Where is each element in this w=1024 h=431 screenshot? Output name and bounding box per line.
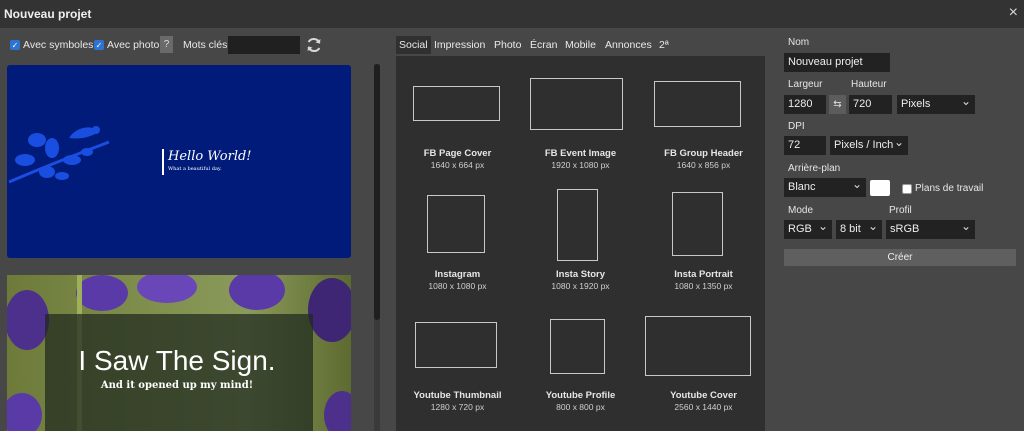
- dialog-titlebar: Nouveau projet ×: [0, 0, 1024, 28]
- preset-insta-portrait[interactable]: Insta Portrait 1080 x 1350 px: [642, 177, 765, 297]
- close-icon[interactable]: ×: [1009, 5, 1018, 21]
- dpi-unit-select[interactable]: Pixels / Inch: [830, 136, 908, 155]
- preset-name: FB Group Header: [664, 148, 743, 159]
- preset-shape: [645, 316, 751, 376]
- color-profile-select[interactable]: sRGB: [886, 220, 975, 239]
- preset-name: Instagram: [434, 269, 481, 280]
- tab-mobile[interactable]: Mobile: [562, 36, 599, 54]
- preset-size: 1920 x 1080 px: [551, 160, 610, 170]
- preset-name: Youtube Cover: [670, 390, 737, 401]
- checkbox-unchecked-icon: [902, 183, 912, 194]
- template-filters: ✓ Avec symboles ✓ Avec photo ? Mots clés…: [10, 36, 370, 54]
- preset-youtube-thumbnail[interactable]: Youtube Thumbnail 1280 x 720 px: [396, 298, 519, 418]
- artboards-label: Plans de travail: [915, 183, 984, 194]
- unit-select[interactable]: Pixels: [897, 95, 975, 114]
- preset-fb-page-cover[interactable]: FB Page Cover 1640 x 664 px: [396, 56, 519, 176]
- checkbox-checked-icon: ✓: [94, 40, 104, 50]
- dpi-input[interactable]: 72: [784, 136, 826, 155]
- template-subtitle: What a beautiful day.: [168, 166, 222, 172]
- color-mode-select[interactable]: RGB: [784, 220, 832, 239]
- background-color-swatch[interactable]: [870, 180, 890, 196]
- gallery-scrollbar[interactable]: [374, 64, 380, 431]
- create-button[interactable]: Créer: [784, 249, 1016, 266]
- keywords-input[interactable]: [228, 36, 300, 54]
- preset-name: FB Event Image: [544, 148, 617, 159]
- artboards-checkbox[interactable]: Plans de travail: [902, 183, 983, 194]
- preset-shape: [654, 81, 741, 127]
- checkbox-checked-icon: ✓: [10, 40, 20, 50]
- preset-fb-event-image[interactable]: FB Event Image 1920 x 1080 px: [519, 56, 642, 176]
- preset-shape: [672, 192, 723, 256]
- accent-bar: [162, 149, 164, 175]
- preset-shape: [550, 319, 605, 374]
- height-input[interactable]: 720: [849, 95, 892, 114]
- preset-shape: [415, 322, 497, 368]
- preset-size: 1080 x 1080 px: [428, 281, 487, 291]
- with-symbols-label: Avec symboles: [23, 39, 94, 51]
- preset-name: Insta Portrait: [674, 269, 733, 280]
- preset-insta-story[interactable]: Insta Story 1080 x 1920 px: [519, 177, 642, 297]
- bird-branch-illustration: [8, 126, 110, 184]
- swap-dimensions-icon[interactable]: ⇆: [829, 95, 846, 114]
- preset-size: 1280 x 720 px: [430, 402, 485, 412]
- with-photo-label: Avec photo: [107, 39, 160, 51]
- tab-more[interactable]: 2ª: [656, 36, 672, 54]
- width-label: Largeur: [788, 79, 823, 90]
- preset-shape: [557, 189, 598, 261]
- preset-youtube-profile[interactable]: Youtube Profile 800 x 800 px: [519, 298, 642, 418]
- scrollbar-thumb[interactable]: [374, 64, 380, 320]
- tab-ecran[interactable]: Écran: [527, 36, 560, 54]
- refresh-icon[interactable]: [305, 36, 323, 54]
- preset-youtube-cover[interactable]: Youtube Cover 2560 x 1440 px: [642, 298, 765, 418]
- profile-label: Profil: [889, 205, 912, 216]
- preset-name: Youtube Profile: [545, 390, 616, 401]
- preset-size: 1640 x 856 px: [676, 160, 731, 170]
- template-title: Hello World!: [168, 149, 252, 164]
- width-input[interactable]: 1280: [784, 95, 826, 114]
- preset-name: Youtube Thumbnail: [413, 390, 502, 401]
- template-card-i-saw-the-sign[interactable]: I Saw The Sign. And it opened up my mind…: [7, 275, 351, 431]
- with-symbols-checkbox[interactable]: ✓ Avec symboles: [10, 36, 93, 54]
- template-title: I Saw The Sign.: [78, 345, 276, 376]
- tab-photo[interactable]: Photo: [491, 36, 524, 54]
- preset-name: Insta Story: [555, 269, 606, 280]
- preset-shape: [530, 78, 623, 130]
- preset-size: 1080 x 1920 px: [551, 281, 610, 291]
- preset-shape: [413, 86, 500, 121]
- background-select[interactable]: Blanc: [784, 178, 866, 197]
- name-label: Nom: [788, 37, 810, 48]
- preset-instagram[interactable]: Instagram 1080 x 1080 px: [396, 177, 519, 297]
- preset-size: 1080 x 1350 px: [674, 281, 733, 291]
- tab-annonces[interactable]: Annonces: [602, 36, 655, 54]
- preset-size: 2560 x 1440 px: [674, 402, 733, 412]
- with-photo-checkbox[interactable]: ✓ Avec photo: [94, 36, 159, 54]
- bit-depth-select[interactable]: 8 bit: [836, 220, 882, 239]
- preset-fb-group-header[interactable]: FB Group Header 1640 x 856 px: [642, 56, 765, 176]
- tab-impression[interactable]: Impression: [431, 36, 488, 54]
- help-button[interactable]: ?: [160, 36, 173, 53]
- mode-label: Mode: [788, 205, 814, 216]
- preset-name: FB Page Cover: [423, 148, 492, 159]
- preset-shape: [427, 195, 485, 253]
- project-name-input[interactable]: Nouveau projet: [784, 53, 890, 72]
- background-label: Arrière-plan: [788, 163, 841, 174]
- dpi-label: DPI: [788, 121, 805, 132]
- keywords-label: Mots clés:: [183, 39, 231, 51]
- template-subtitle: And it opened up my mind!: [100, 380, 254, 391]
- height-label: Hauteur: [851, 79, 887, 90]
- preset-grid: FB Page Cover 1640 x 664 px FB Event Ima…: [396, 56, 765, 431]
- tab-social[interactable]: Social: [396, 36, 431, 54]
- preset-size: 1640 x 664 px: [430, 160, 485, 170]
- dialog-title: Nouveau projet: [4, 7, 92, 21]
- preset-size: 800 x 800 px: [556, 402, 605, 412]
- template-card-hello-world[interactable]: Hello World! What a beautiful day.: [7, 65, 351, 258]
